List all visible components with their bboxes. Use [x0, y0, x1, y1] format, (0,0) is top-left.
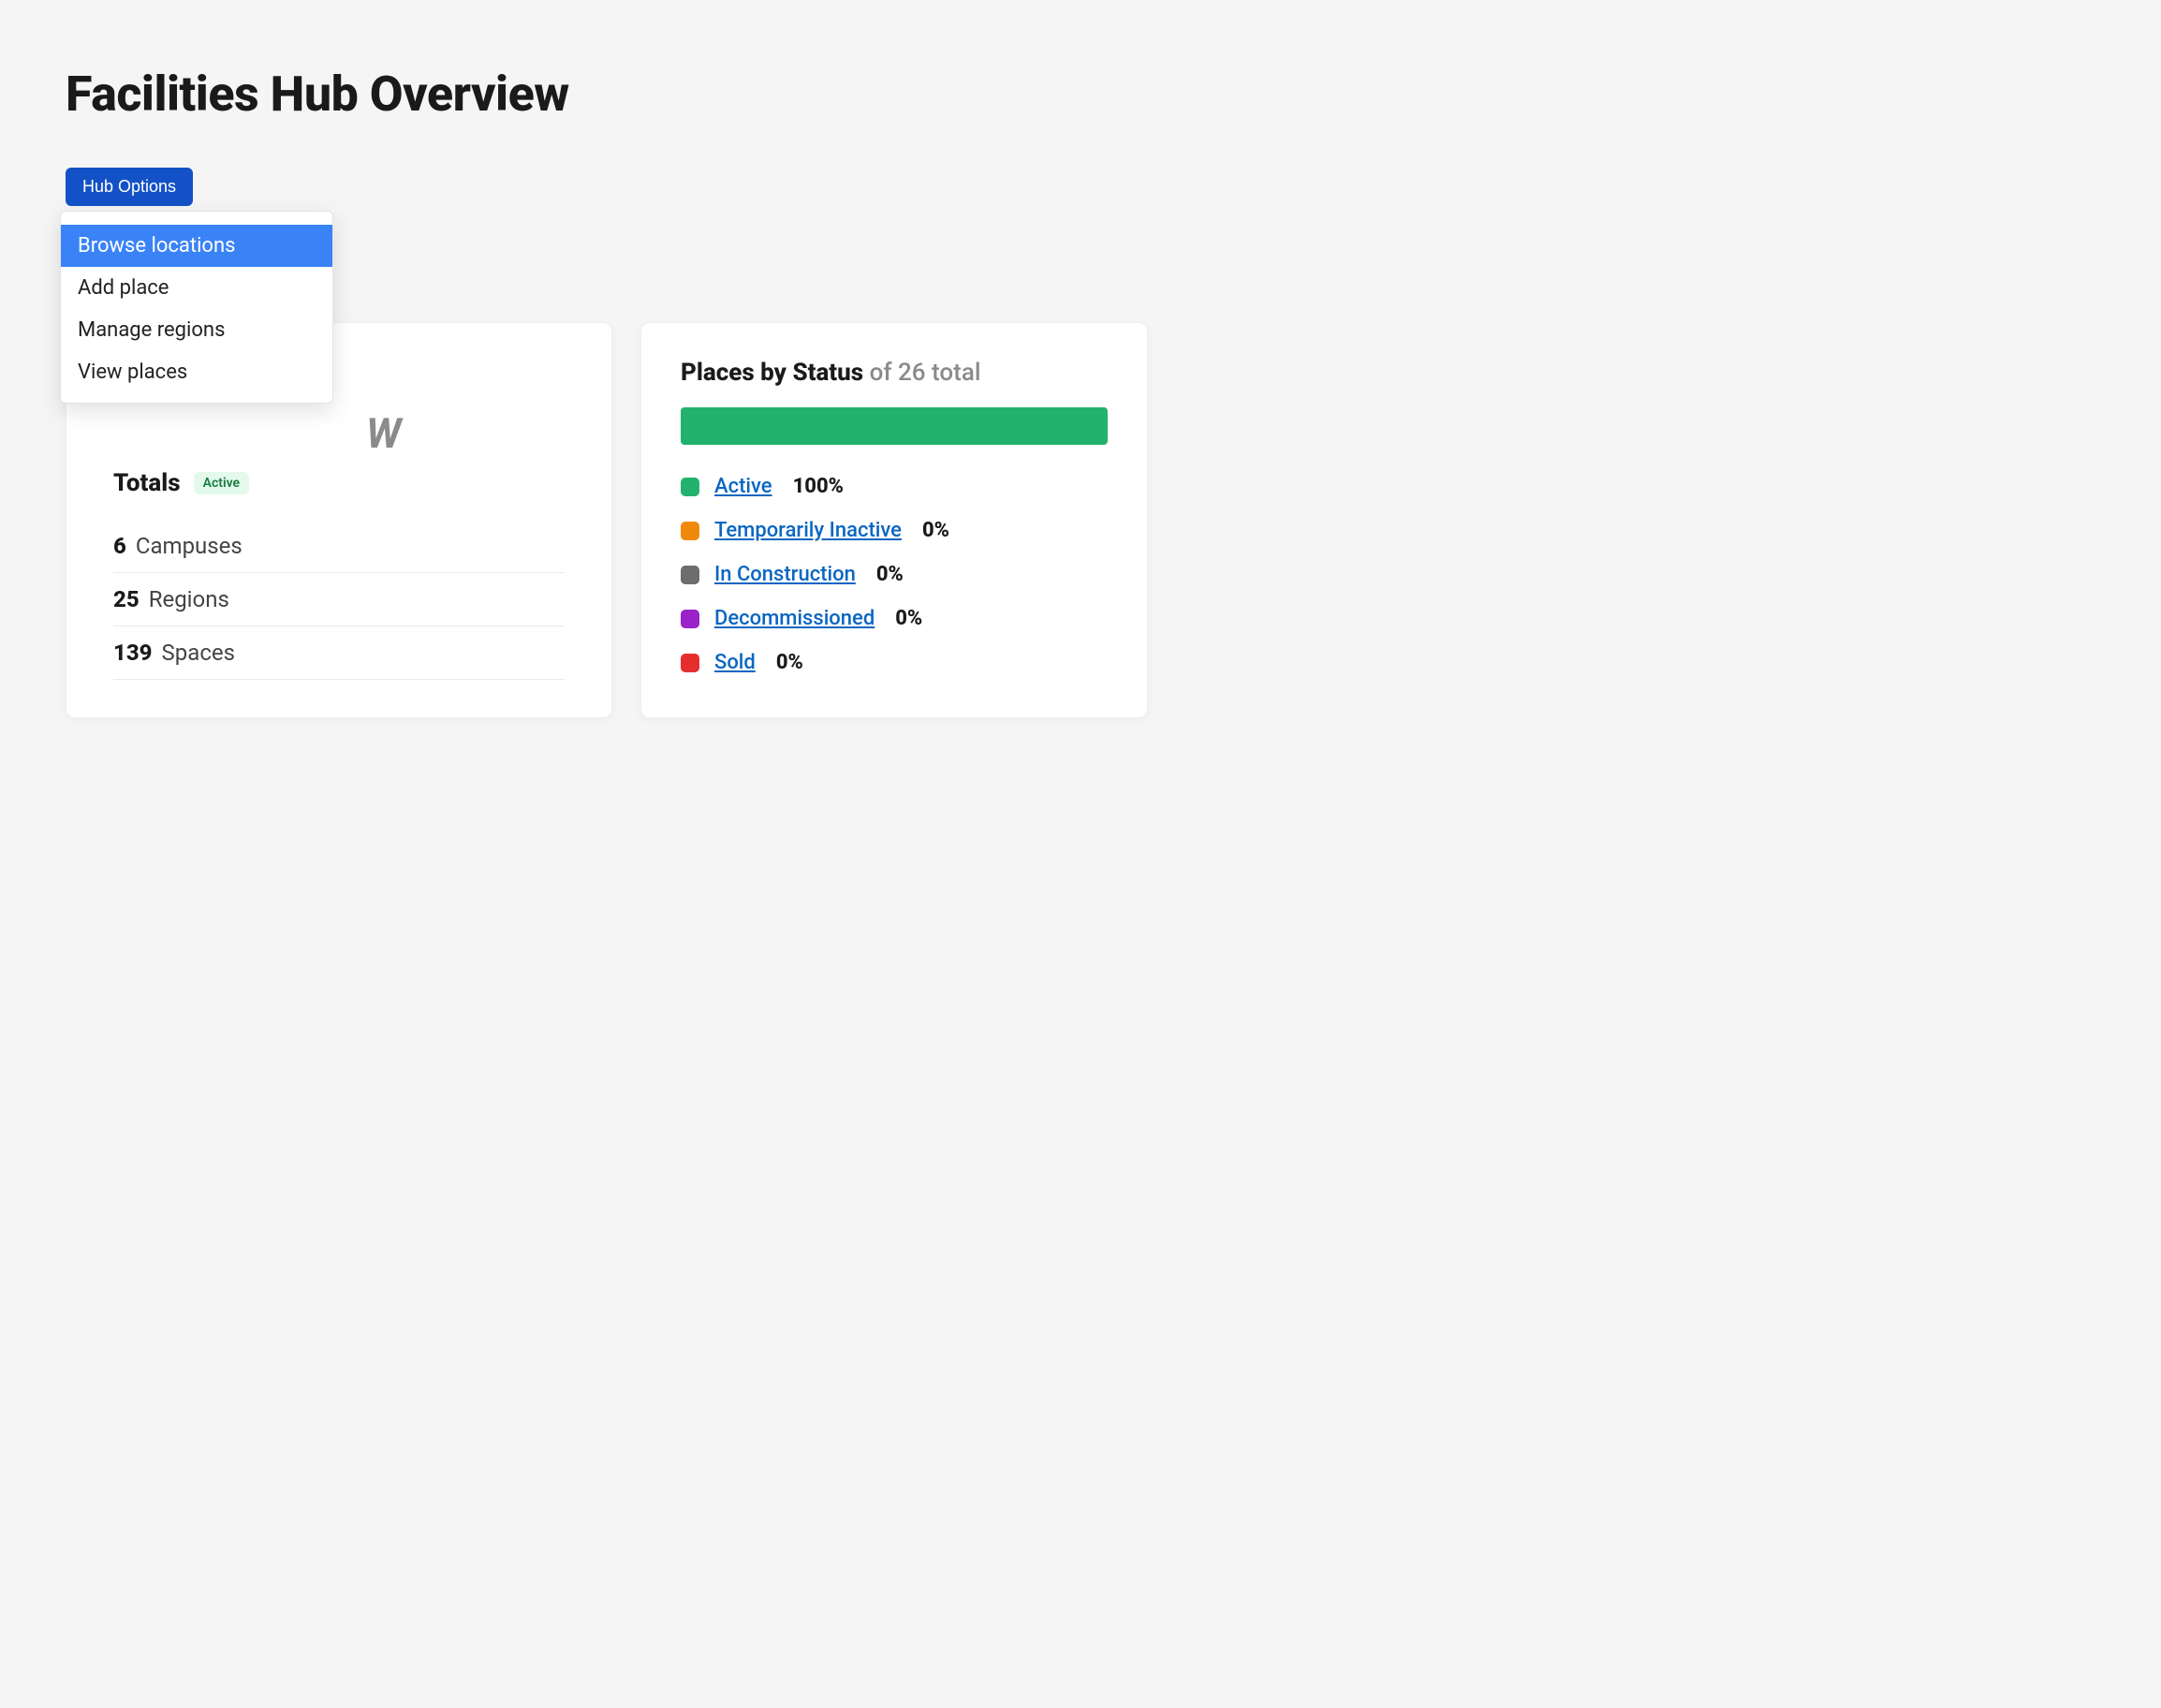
status-link[interactable]: Decommissioned	[714, 607, 875, 630]
hub-options-wrap: Hub Options Browse locationsAdd placeMan…	[66, 168, 193, 206]
totals-count: 25	[113, 586, 140, 612]
dropdown-item[interactable]: Browse locations	[61, 225, 332, 267]
totals-row: 6 Campuses	[113, 520, 565, 573]
status-link[interactable]: Sold	[714, 651, 756, 674]
status-percent: 0%	[876, 563, 904, 586]
cards-row: W Totals Active 6 Campuses 25 Regions 139 Spa…	[66, 322, 2095, 718]
status-percent: 0%	[895, 607, 922, 630]
status-legend-item: Temporarily Inactive 0%	[681, 519, 1108, 542]
status-legend-item: Decommissioned 0%	[681, 607, 1108, 630]
places-by-status-card: Places by Status of 26 total Active 100% T…	[640, 322, 1148, 718]
status-link[interactable]: Temporarily Inactive	[714, 519, 902, 542]
totals-count: 139	[113, 640, 153, 666]
status-swatch	[681, 478, 699, 496]
dropdown-item[interactable]: View places	[61, 351, 332, 393]
status-card-title: Places by Status	[681, 359, 863, 387]
totals-row: 25 Regions	[113, 573, 565, 626]
status-legend-item: Active 100%	[681, 475, 1108, 498]
totals-label: Spaces	[162, 640, 235, 666]
hub-options-dropdown: Browse locationsAdd placeManage regionsV…	[60, 211, 333, 404]
status-link[interactable]: In Construction	[714, 563, 856, 586]
totals-header: Totals Active	[113, 469, 572, 497]
totals-label: Campuses	[136, 533, 243, 559]
totals-count: 6	[113, 533, 126, 559]
status-legend: Active100%Temporarily Inactive0%In Const…	[681, 475, 1108, 674]
status-percent: 0%	[776, 651, 803, 674]
status-percent: 0%	[922, 519, 949, 542]
dropdown-item[interactable]: Manage regions	[61, 309, 332, 351]
dropdown-item[interactable]: Add place	[61, 267, 332, 309]
status-percent: 100%	[793, 475, 844, 498]
totals-title: Totals	[113, 469, 181, 497]
status-link[interactable]: Active	[714, 475, 772, 498]
page-title: Facilities Hub Overview	[66, 66, 2095, 123]
status-swatch	[681, 610, 699, 628]
status-legend-item: In Construction 0%	[681, 563, 1108, 586]
hub-options-button[interactable]: Hub Options	[66, 168, 193, 206]
status-card-of-total: of 26 total	[870, 359, 981, 387]
status-card-header: Places by Status of 26 total	[681, 359, 1108, 387]
status-legend-item: Sold 0%	[681, 651, 1108, 674]
overview-ghost-text: W	[366, 409, 401, 458]
status-swatch	[681, 654, 699, 672]
status-bar-chart	[681, 407, 1108, 445]
totals-row: 139 Spaces	[113, 626, 565, 680]
status-bar-segment	[681, 407, 1108, 445]
status-swatch	[681, 566, 699, 584]
totals-label: Regions	[149, 586, 229, 612]
status-badge: Active	[194, 472, 249, 494]
status-swatch	[681, 522, 699, 540]
